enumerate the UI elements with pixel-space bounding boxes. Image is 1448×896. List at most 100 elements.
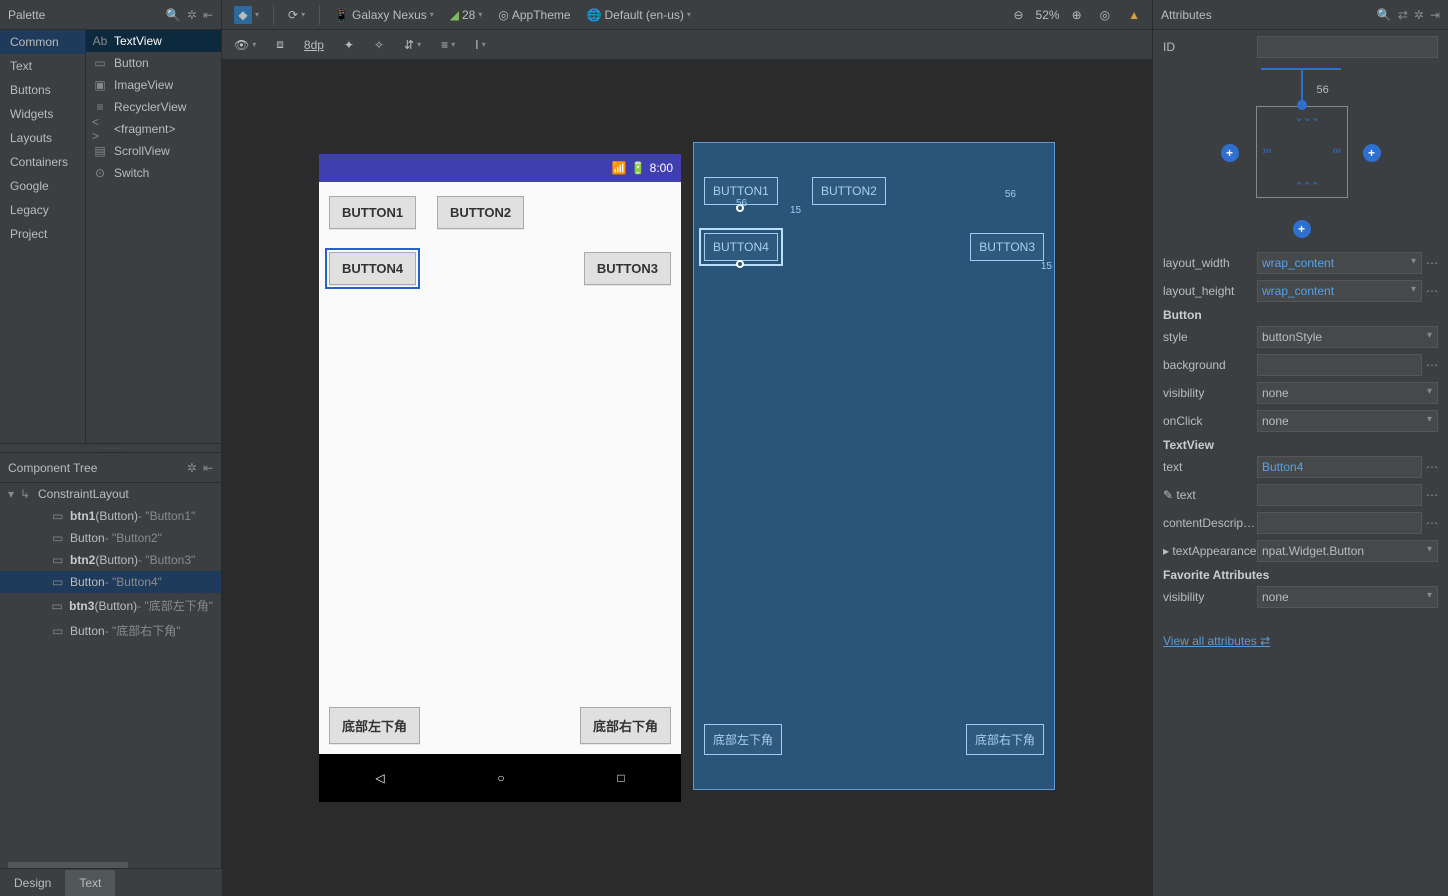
tab-text[interactable]: Text (65, 870, 115, 896)
preview-button1[interactable]: BUTTON1 (329, 196, 416, 229)
drag-handle[interactable]: ┄┄┄┄ (0, 443, 221, 453)
view-all-attributes-link[interactable]: View all attributes ⇄ (1163, 634, 1270, 648)
constraint-anchor-top[interactable] (1297, 100, 1307, 110)
palette-cat-project[interactable]: Project (0, 222, 85, 246)
palette-item-scrollview[interactable]: ▤ScrollView (86, 140, 221, 162)
text-input[interactable] (1257, 456, 1422, 478)
palette-cat-layouts[interactable]: Layouts (0, 126, 85, 150)
palette-cat-containers[interactable]: Containers (0, 150, 85, 174)
layout-height-select[interactable]: wrap_content (1257, 280, 1422, 302)
collapse-icon[interactable]: ⇥ (1430, 8, 1440, 22)
attr-id-row: ID (1163, 36, 1438, 58)
palette-cat-common[interactable]: Common (0, 30, 85, 54)
tree-node-selected[interactable]: ▭Button - "Button4" (0, 571, 221, 593)
preview-button4[interactable]: BUTTON4 (329, 252, 416, 285)
warning-icon[interactable]: ▲ (1122, 5, 1146, 25)
section-favorites: Favorite Attributes (1163, 568, 1438, 582)
more-icon[interactable]: ⋯ (1426, 488, 1438, 502)
more-icon[interactable]: ⋯ (1426, 516, 1438, 530)
contentdesc-input[interactable] (1257, 512, 1422, 534)
textview-icon: Ab (92, 34, 108, 48)
gear-icon[interactable]: ✲ (187, 8, 197, 22)
palette-cat-widgets[interactable]: Widgets (0, 102, 85, 126)
collapse-icon[interactable]: ⇤ (203, 8, 213, 22)
constraint-widget[interactable]: 56 ⌄⌄⌄ ››› ‹‹‹ ⌃⌃⌃ + + + (1201, 68, 1401, 238)
palette-cat-text[interactable]: Text (0, 54, 85, 78)
device-select[interactable]: 📱Galaxy Nexus▾ (328, 5, 440, 25)
back-icon[interactable]: ◁ (375, 771, 384, 785)
preview-button6[interactable]: 底部右下角 (580, 707, 671, 744)
align-icon[interactable]: ≡▾ (435, 35, 461, 55)
fav-visibility-select[interactable]: none (1257, 586, 1438, 608)
collapse-icon[interactable]: ⇤ (203, 461, 213, 475)
default-margin[interactable]: 8dp (298, 35, 330, 55)
bp-button4[interactable]: BUTTON4 (704, 233, 778, 261)
search-icon[interactable]: 🔍 (1377, 8, 1392, 22)
preview-button3[interactable]: BUTTON3 (584, 252, 671, 285)
tree-node[interactable]: ▭Button - "Button2" (0, 527, 221, 549)
tree-root[interactable]: ▾↳ConstraintLayout (0, 483, 221, 505)
zoom-out-button[interactable]: ⊖ (1007, 5, 1029, 25)
bp-button5[interactable]: 底部左下角 (704, 724, 782, 755)
tab-design[interactable]: Design (0, 870, 65, 896)
bp-button6[interactable]: 底部右下角 (966, 724, 1044, 755)
layout-surface[interactable]: BUTTON1 BUTTON2 BUTTON3 BUTTON4 底部左下角 底部… (319, 182, 681, 754)
left-column: Palette 🔍 ✲ ⇤ Common Text Buttons Widget… (0, 0, 222, 896)
attr-label: contentDescription (1163, 516, 1257, 530)
palette-item-fragment[interactable]: < ><fragment> (86, 118, 221, 140)
blueprint-preview[interactable]: BUTTON1 BUTTON2 BUTTON3 BUTTON4 底部左下角 底部… (693, 142, 1055, 790)
eye-icon[interactable]: 👁▾ (228, 35, 262, 55)
more-icon[interactable]: ⋯ (1426, 284, 1438, 298)
visibility-select[interactable]: none (1257, 382, 1438, 404)
more-icon[interactable]: ⋯ (1426, 358, 1438, 372)
guideline-icon[interactable]: Ⅰ▾ (469, 35, 492, 55)
more-icon[interactable]: ⋯ (1426, 256, 1438, 270)
preview-button5[interactable]: 底部左下角 (329, 707, 420, 744)
palette-item-button[interactable]: ▭Button (86, 52, 221, 74)
tree-node[interactable]: ▭btn3 (Button) - "底部左下角" (0, 593, 221, 618)
design-area[interactable]: 📶 🔋 8:00 BUTTON1 BUTTON2 BUTTON3 BUTTON4… (222, 60, 1152, 896)
search-icon[interactable]: 🔍 (166, 8, 181, 22)
swap-icon[interactable]: ⇄ (1398, 8, 1408, 22)
palette-cat-google[interactable]: Google (0, 174, 85, 198)
zoom-fit-button[interactable]: ◎ (1094, 5, 1116, 25)
tree-node[interactable]: ▭btn2 (Button) - "Button3" (0, 549, 221, 571)
more-icon[interactable]: ⋯ (1426, 460, 1438, 474)
magnet-icon[interactable]: ⧈ (270, 34, 290, 55)
constraint-handle[interactable] (736, 260, 744, 268)
palette-cat-buttons[interactable]: Buttons (0, 78, 85, 102)
api-select[interactable]: ◢28▾ (444, 5, 489, 25)
background-input[interactable] (1257, 354, 1422, 376)
zoom-in-button[interactable]: ⊕ (1066, 5, 1088, 25)
orientation-button[interactable]: ⟳▾ (282, 5, 311, 25)
add-bottom-constraint[interactable]: + (1293, 220, 1311, 238)
palette-item-switch[interactable]: ⊙Switch (86, 162, 221, 184)
add-left-constraint[interactable]: + (1221, 144, 1239, 162)
palette-item-textview[interactable]: AbTextView (86, 30, 221, 52)
style-select[interactable]: buttonStyle (1257, 326, 1438, 348)
theme-select[interactable]: ◎AppTheme (492, 5, 576, 25)
onclick-select[interactable]: none (1257, 410, 1438, 432)
infer-constraints-icon[interactable]: ✧ (368, 35, 390, 55)
tree-node[interactable]: ▭btn1 (Button) - "Button1" (0, 505, 221, 527)
add-right-constraint[interactable]: + (1363, 144, 1381, 162)
textappearance-select[interactable]: npat.Widget.Button (1257, 540, 1438, 562)
palette-cat-legacy[interactable]: Legacy (0, 198, 85, 222)
home-icon[interactable]: ○ (497, 771, 504, 785)
preview-button2[interactable]: BUTTON2 (437, 196, 524, 229)
surface-select-button[interactable]: ◆▾ (228, 3, 265, 27)
clear-constraints-icon[interactable]: ✦ (338, 35, 360, 55)
gear-icon[interactable]: ✲ (1414, 8, 1424, 22)
text-tools-input[interactable] (1257, 484, 1422, 506)
margin-label-side: 15 (1041, 261, 1052, 272)
tree-node[interactable]: ▭Button - "底部右下角" (0, 618, 221, 643)
layout-width-select[interactable]: wrap_content (1257, 252, 1422, 274)
gear-icon[interactable]: ✲ (187, 461, 197, 475)
recent-icon[interactable]: □ (617, 771, 624, 785)
bp-button3[interactable]: BUTTON3 (970, 233, 1044, 261)
attr-id-input[interactable] (1257, 36, 1438, 58)
bp-button2[interactable]: BUTTON2 (812, 177, 886, 205)
palette-item-imageview[interactable]: ▣ImageView (86, 74, 221, 96)
locale-select[interactable]: 🌐Default (en-us)▾ (581, 5, 697, 25)
pack-icon[interactable]: ⇵▾ (398, 35, 427, 55)
